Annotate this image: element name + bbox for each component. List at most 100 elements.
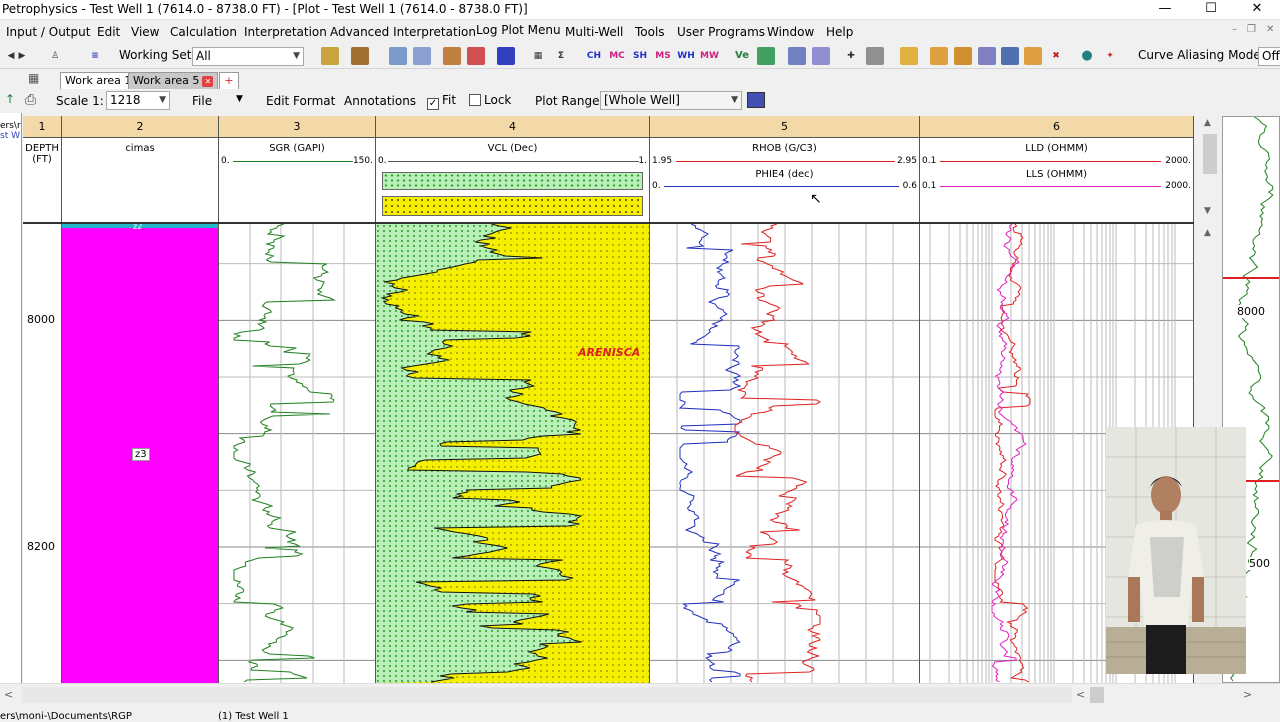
lls-scale-max: 2000.	[1165, 181, 1191, 191]
horizontal-scrollbar[interactable]: < < >	[0, 683, 1280, 709]
sgr-curve	[232, 224, 336, 683]
save-folder-icon[interactable]	[1024, 47, 1042, 65]
person-icon[interactable]: ♙	[46, 47, 64, 65]
scroll-left-icon[interactable]: <	[4, 688, 13, 701]
fit-checkbox[interactable]: ✓ Fit	[427, 93, 456, 110]
edit-format-button[interactable]: Edit Format	[266, 94, 335, 108]
sh-icon[interactable]: SH	[631, 47, 649, 65]
close-button[interactable]: ✕	[1234, 0, 1280, 20]
plot-range-label: Plot Range	[535, 94, 600, 108]
chevron-down-icon: ▼	[159, 95, 166, 105]
tool-icon[interactable]	[788, 47, 806, 65]
vcl-header: VCL (Dec) 0. 1.	[376, 138, 650, 222]
print-icon[interactable]: ⎙	[25, 92, 36, 108]
working-set-select[interactable]: All ▼	[192, 47, 304, 66]
menu-edit[interactable]: Edit	[97, 25, 120, 39]
log-plot-icon[interactable]	[497, 47, 515, 65]
menu-log-plot[interactable]: Log Plot Menu	[476, 23, 561, 37]
menu-input-output[interactable]: Input / Output	[6, 25, 90, 39]
scroll-down-icon[interactable]: ▼	[1204, 206, 1211, 216]
close-tab-icon[interactable]: ✕	[202, 76, 214, 87]
open-folder-icon[interactable]	[930, 47, 948, 65]
file-dropdown-icon[interactable]: ▼	[236, 94, 243, 104]
matrix-icon[interactable]	[812, 47, 830, 65]
grid-icon[interactable]	[389, 47, 407, 65]
move-icon[interactable]: ✚	[842, 47, 860, 65]
menu-window[interactable]: Window	[767, 25, 814, 39]
lock-checkbox[interactable]: Lock	[469, 93, 511, 107]
delete-icon[interactable]: ✖	[1047, 47, 1065, 65]
ms-icon[interactable]: MS	[654, 47, 672, 65]
scroll-track[interactable]	[22, 687, 1072, 703]
maximize-button[interactable]: ☐	[1188, 0, 1234, 20]
wh-icon[interactable]: WH	[677, 47, 695, 65]
status-well: (1) Test Well 1	[218, 711, 289, 722]
sum-icon[interactable]: Σ	[552, 47, 570, 65]
export-icon[interactable]	[978, 47, 996, 65]
mdi-restore-icon[interactable]: ❐	[1247, 24, 1256, 35]
mc-icon[interactable]: MC	[608, 47, 626, 65]
track-number-4: 4	[376, 116, 650, 138]
menu-interpretation[interactable]: Interpretation	[244, 25, 327, 39]
import-icon[interactable]	[954, 47, 972, 65]
scroll-thumb[interactable]	[1090, 687, 1104, 703]
zone-label: z3	[132, 448, 150, 461]
minimize-button[interactable]: —	[1142, 0, 1188, 20]
lls-curve-name: LLS (OHMM)	[1025, 169, 1088, 180]
pin-icon[interactable]: ✦	[1101, 47, 1119, 65]
nav-right-icon[interactable]: ▶	[13, 47, 31, 65]
chart-icon[interactable]	[757, 47, 775, 65]
plot-toolbar: ⎙ Scale 1: 1218 ▼ File ▼ Edit Format Anno…	[22, 89, 1280, 113]
zone-track: z2 z3	[62, 224, 219, 683]
scroll-left-icon[interactable]: <	[1076, 688, 1085, 701]
menu-advanced-interpretation[interactable]: Advanced Interpretation	[330, 25, 476, 39]
rhob-curve-name: RHOB (G/C3)	[752, 143, 817, 154]
annotations-button[interactable]: Annotations	[344, 94, 416, 108]
crossplot-icon[interactable]	[467, 47, 485, 65]
menu-multi-well[interactable]: Multi-Well	[565, 25, 623, 39]
depth-label-8200: 8200	[27, 540, 55, 553]
tab-label: Work area 5	[133, 74, 200, 87]
menu-tools[interactable]: Tools	[635, 25, 665, 39]
list-icon[interactable]: ≡	[86, 47, 104, 65]
curve-aliasing-select[interactable]: Off	[1258, 47, 1280, 66]
phie-curve-name: PHIE4 (dec)	[755, 169, 814, 180]
histogram-icon[interactable]	[443, 47, 461, 65]
mdi-minimize-icon[interactable]: –	[1232, 24, 1237, 35]
scroll-thumb[interactable]	[1203, 134, 1217, 174]
tab-work-area-5[interactable]: Work area 5 ✕	[128, 72, 219, 89]
lld-curve-name: LLD (OHMM)	[1025, 143, 1088, 154]
work-area-tabs: ▦ Work area 1 Work area 5 ✕ +	[22, 70, 1280, 89]
calc-icon[interactable]	[866, 47, 884, 65]
well-icon[interactable]	[321, 47, 339, 65]
menu-calculation[interactable]: Calculation	[170, 25, 237, 39]
table-icon[interactable]	[413, 47, 431, 65]
tab-work-area-1[interactable]: Work area 1	[60, 72, 137, 89]
save-icon[interactable]	[1001, 47, 1019, 65]
plot-settings-icon[interactable]	[747, 92, 765, 108]
grid-dots-icon[interactable]: ▦	[529, 47, 547, 65]
globe-icon[interactable]: ●	[1078, 47, 1096, 65]
new-tab-icon[interactable]: +	[219, 72, 239, 89]
expand-arrow-icon[interactable]: ↑	[0, 92, 20, 108]
mw-icon[interactable]: MW	[700, 47, 719, 65]
menu-user-programs[interactable]: User Programs	[677, 25, 765, 39]
plot-range-select[interactable]: [Whole Well] ▼	[600, 91, 742, 110]
folder-icon[interactable]	[900, 47, 918, 65]
left-strip-text-1: ers\r	[0, 121, 21, 131]
ch-icon[interactable]: CH	[585, 47, 603, 65]
load-icon[interactable]	[351, 47, 369, 65]
mdi-close-icon[interactable]: ✕	[1266, 24, 1274, 35]
rhob-phie-header: RHOB (G/C3) 1.95 2.95 PHIE4 (dec) 0. 0.6…	[650, 138, 920, 222]
shale-fill-legend	[382, 172, 643, 190]
working-set-value: All	[196, 49, 211, 63]
scroll-up-icon[interactable]: ▲	[1204, 228, 1211, 238]
ve-icon[interactable]: Ve	[733, 47, 751, 65]
menu-view[interactable]: View	[131, 25, 159, 39]
menu-help[interactable]: Help	[826, 25, 853, 39]
file-menu[interactable]: File	[192, 94, 212, 108]
tab-grid-icon[interactable]: ▦	[28, 71, 39, 85]
scale-select[interactable]: 1218 ▼	[106, 91, 170, 110]
scroll-right-icon[interactable]: >	[1243, 688, 1252, 701]
scroll-up-icon[interactable]: ▲	[1204, 118, 1211, 128]
